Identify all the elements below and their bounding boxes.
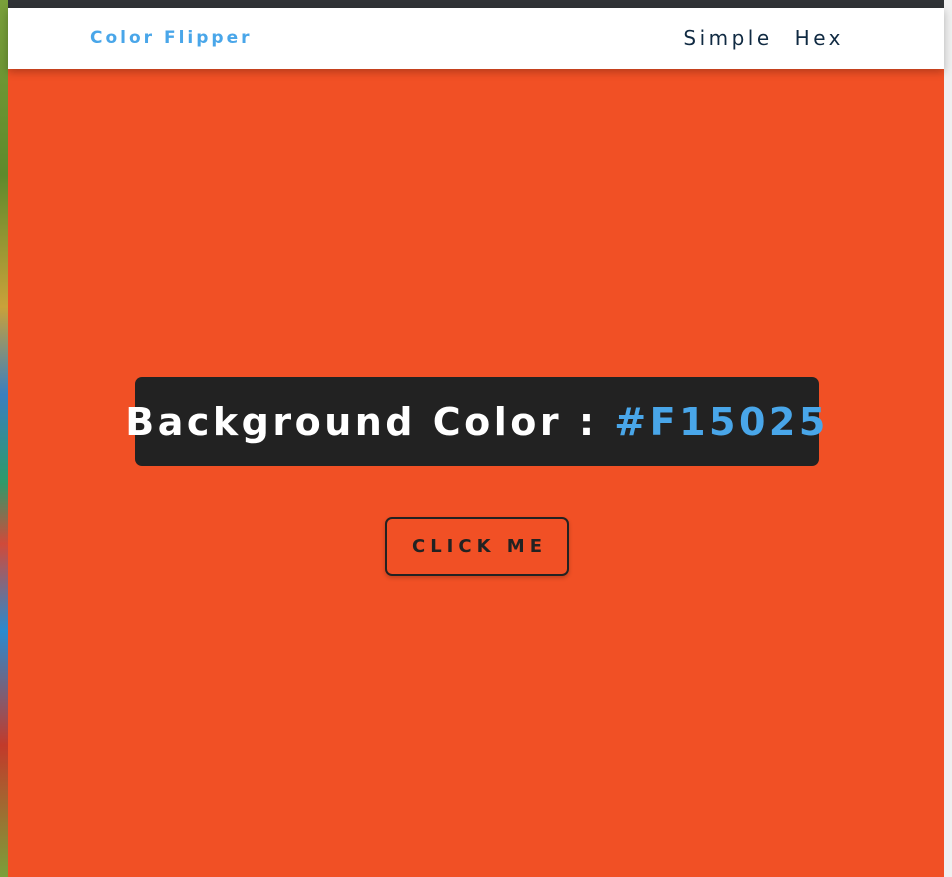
color-label-text: Background Color : xyxy=(125,399,615,444)
brand-logo[interactable]: Color Flipper xyxy=(90,28,252,48)
navbar: Color Flipper Simple Hex xyxy=(8,8,944,69)
color-value: #F15025 xyxy=(614,399,829,444)
desktop-background-strip xyxy=(0,0,8,877)
nav-link-simple[interactable]: Simple xyxy=(683,26,772,50)
color-display-box: Background Color : #F15025 xyxy=(125,377,825,466)
nav-links: Simple Hex xyxy=(683,26,844,50)
click-me-button[interactable]: CLICK ME xyxy=(385,517,569,576)
browser-window: Color Flipper Simple Hex Background Colo… xyxy=(8,0,944,877)
desktop-background-strip-right xyxy=(944,0,952,877)
nav-link-hex[interactable]: Hex xyxy=(795,26,844,50)
window-top-bar xyxy=(8,0,944,8)
color-heading: Background Color : #F15025 xyxy=(125,400,829,444)
